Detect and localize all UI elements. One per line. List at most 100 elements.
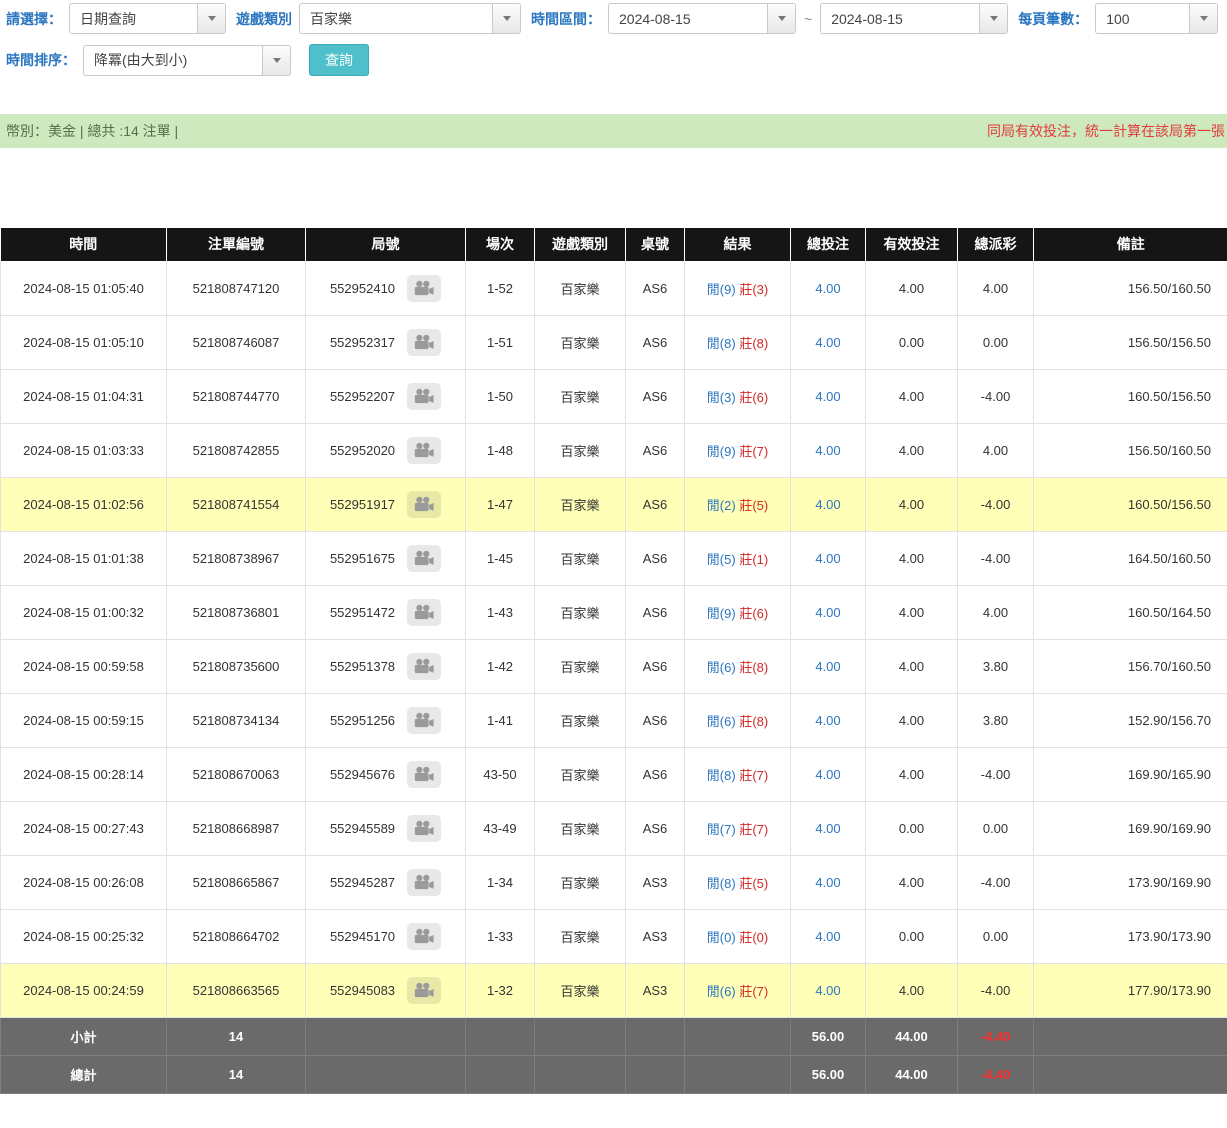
query-type-dropdown[interactable]: 日期查詢 bbox=[69, 3, 226, 34]
cell-total-bet: 4.00 bbox=[791, 855, 866, 909]
cell-valid-bet: 4.00 bbox=[866, 423, 958, 477]
cell-game: 百家樂 bbox=[535, 423, 626, 477]
chevron-down-icon[interactable] bbox=[1189, 4, 1217, 33]
cell-time: 2024-08-15 00:27:43 bbox=[1, 801, 167, 855]
total-bet-link[interactable]: 4.00 bbox=[815, 281, 840, 296]
cell-bet-id: 521808668987 bbox=[167, 801, 306, 855]
video-replay-icon[interactable] bbox=[407, 869, 441, 896]
cell-bet-id: 521808734134 bbox=[167, 693, 306, 747]
cell-total-bet: 4.00 bbox=[791, 801, 866, 855]
col-header-bet-id: 注單編號 bbox=[167, 228, 306, 261]
video-replay-icon[interactable] bbox=[407, 491, 441, 518]
cell-game: 百家樂 bbox=[535, 531, 626, 585]
cell-result: 閒(8) 莊(7) bbox=[685, 747, 791, 801]
video-replay-icon[interactable] bbox=[407, 275, 441, 302]
video-replay-icon[interactable] bbox=[407, 761, 441, 788]
player-result: 閒(5) bbox=[707, 552, 736, 567]
total-bet-link[interactable]: 4.00 bbox=[815, 443, 840, 458]
cell-time: 2024-08-15 00:59:58 bbox=[1, 639, 167, 693]
video-replay-icon[interactable] bbox=[407, 653, 441, 680]
chevron-down-icon[interactable] bbox=[492, 4, 520, 33]
video-replay-icon[interactable] bbox=[407, 329, 441, 356]
subtotal-count: 14 bbox=[167, 1017, 306, 1055]
total-bet-link[interactable]: 4.00 bbox=[815, 929, 840, 944]
video-replay-icon[interactable] bbox=[407, 545, 441, 572]
caret-icon bbox=[778, 16, 786, 21]
table-row: 2024-08-15 00:26:08521808665867552945287… bbox=[1, 855, 1227, 909]
cell-payout: 4.00 bbox=[958, 261, 1034, 315]
round-number: 552945676 bbox=[330, 767, 395, 782]
video-replay-icon[interactable] bbox=[407, 707, 441, 734]
date-to-dropdown[interactable]: 2024-08-15 bbox=[820, 3, 1008, 34]
total-bet-link[interactable]: 4.00 bbox=[815, 497, 840, 512]
total-bet-link[interactable]: 4.00 bbox=[815, 389, 840, 404]
cell-game: 百家樂 bbox=[535, 855, 626, 909]
chevron-down-icon[interactable] bbox=[979, 4, 1007, 33]
cell-game: 百家樂 bbox=[535, 261, 626, 315]
cell-session: 1-45 bbox=[466, 531, 535, 585]
chevron-down-icon[interactable] bbox=[767, 4, 795, 33]
video-replay-icon[interactable] bbox=[407, 815, 441, 842]
video-replay-icon[interactable] bbox=[407, 923, 441, 950]
video-replay-icon[interactable] bbox=[407, 383, 441, 410]
total-bet-link[interactable]: 4.00 bbox=[815, 659, 840, 674]
cell-round-id: 552951378 bbox=[306, 639, 466, 693]
cell-note: 160.50/156.50 bbox=[1034, 477, 1227, 531]
cell-round-id: 552945083 bbox=[306, 963, 466, 1017]
total-bet-link[interactable]: 4.00 bbox=[815, 875, 840, 890]
total-bet-link[interactable]: 4.00 bbox=[815, 821, 840, 836]
cell-valid-bet: 4.00 bbox=[866, 585, 958, 639]
total-bet-link[interactable]: 4.00 bbox=[815, 767, 840, 782]
per-page-dropdown[interactable]: 100 bbox=[1095, 3, 1218, 34]
total-bet-link[interactable]: 4.00 bbox=[815, 713, 840, 728]
round-number: 552951472 bbox=[330, 605, 395, 620]
round-number: 552945287 bbox=[330, 875, 395, 890]
cell-bet-id: 521808738967 bbox=[167, 531, 306, 585]
video-replay-icon[interactable] bbox=[407, 437, 441, 464]
total-bet-link[interactable]: 4.00 bbox=[815, 605, 840, 620]
cell-bet-id: 521808741554 bbox=[167, 477, 306, 531]
chevron-down-icon[interactable] bbox=[262, 46, 290, 75]
col-header-payout: 總派彩 bbox=[958, 228, 1034, 261]
date-from-dropdown[interactable]: 2024-08-15 bbox=[608, 3, 796, 34]
video-replay-icon[interactable] bbox=[407, 977, 441, 1004]
chevron-down-icon[interactable] bbox=[197, 4, 225, 33]
player-result: 閒(9) bbox=[707, 444, 736, 459]
cell-time: 2024-08-15 01:03:33 bbox=[1, 423, 167, 477]
cell-bet-id: 521808747120 bbox=[167, 261, 306, 315]
empty-cell bbox=[535, 1055, 626, 1093]
query-button[interactable]: 查詢 bbox=[309, 44, 369, 76]
cell-total-bet: 4.00 bbox=[791, 531, 866, 585]
cell-game: 百家樂 bbox=[535, 693, 626, 747]
cell-note: 177.90/173.90 bbox=[1034, 963, 1227, 1017]
cell-note: 156.50/160.50 bbox=[1034, 423, 1227, 477]
cell-note: 156.70/160.50 bbox=[1034, 639, 1227, 693]
game-type-dropdown[interactable]: 百家樂 bbox=[299, 3, 521, 34]
player-result: 閒(9) bbox=[707, 282, 736, 297]
table-row: 2024-08-15 01:05:40521808747120552952410… bbox=[1, 261, 1227, 315]
round-number: 552945083 bbox=[330, 983, 395, 998]
sort-dropdown[interactable]: 降冪(由大到小) bbox=[83, 45, 291, 76]
player-result: 閒(8) bbox=[707, 876, 736, 891]
cell-round-id: 552952207 bbox=[306, 369, 466, 423]
banker-result: 莊(6) bbox=[739, 606, 768, 621]
info-bar: 幣別：美金 | 總共 :14 注單 | 同局有效投注，統一計算在該局第一張 bbox=[0, 114, 1227, 148]
cell-payout: 4.00 bbox=[958, 585, 1034, 639]
total-bet-link[interactable]: 4.00 bbox=[815, 335, 840, 350]
player-result: 閒(6) bbox=[707, 984, 736, 999]
cell-game: 百家樂 bbox=[535, 747, 626, 801]
cell-round-id: 552945287 bbox=[306, 855, 466, 909]
cell-table: AS6 bbox=[626, 585, 685, 639]
cell-total-bet: 4.00 bbox=[791, 423, 866, 477]
video-replay-icon[interactable] bbox=[407, 599, 441, 626]
cell-game: 百家樂 bbox=[535, 315, 626, 369]
banker-result: 莊(7) bbox=[739, 822, 768, 837]
cell-valid-bet: 4.00 bbox=[866, 747, 958, 801]
cell-note: 164.50/160.50 bbox=[1034, 531, 1227, 585]
total-bet-link[interactable]: 4.00 bbox=[815, 551, 840, 566]
banker-result: 莊(8) bbox=[739, 336, 768, 351]
total-bet-link[interactable]: 4.00 bbox=[815, 983, 840, 998]
cell-result: 閒(8) 莊(5) bbox=[685, 855, 791, 909]
cell-bet-id: 521808735600 bbox=[167, 639, 306, 693]
cell-table: AS6 bbox=[626, 423, 685, 477]
